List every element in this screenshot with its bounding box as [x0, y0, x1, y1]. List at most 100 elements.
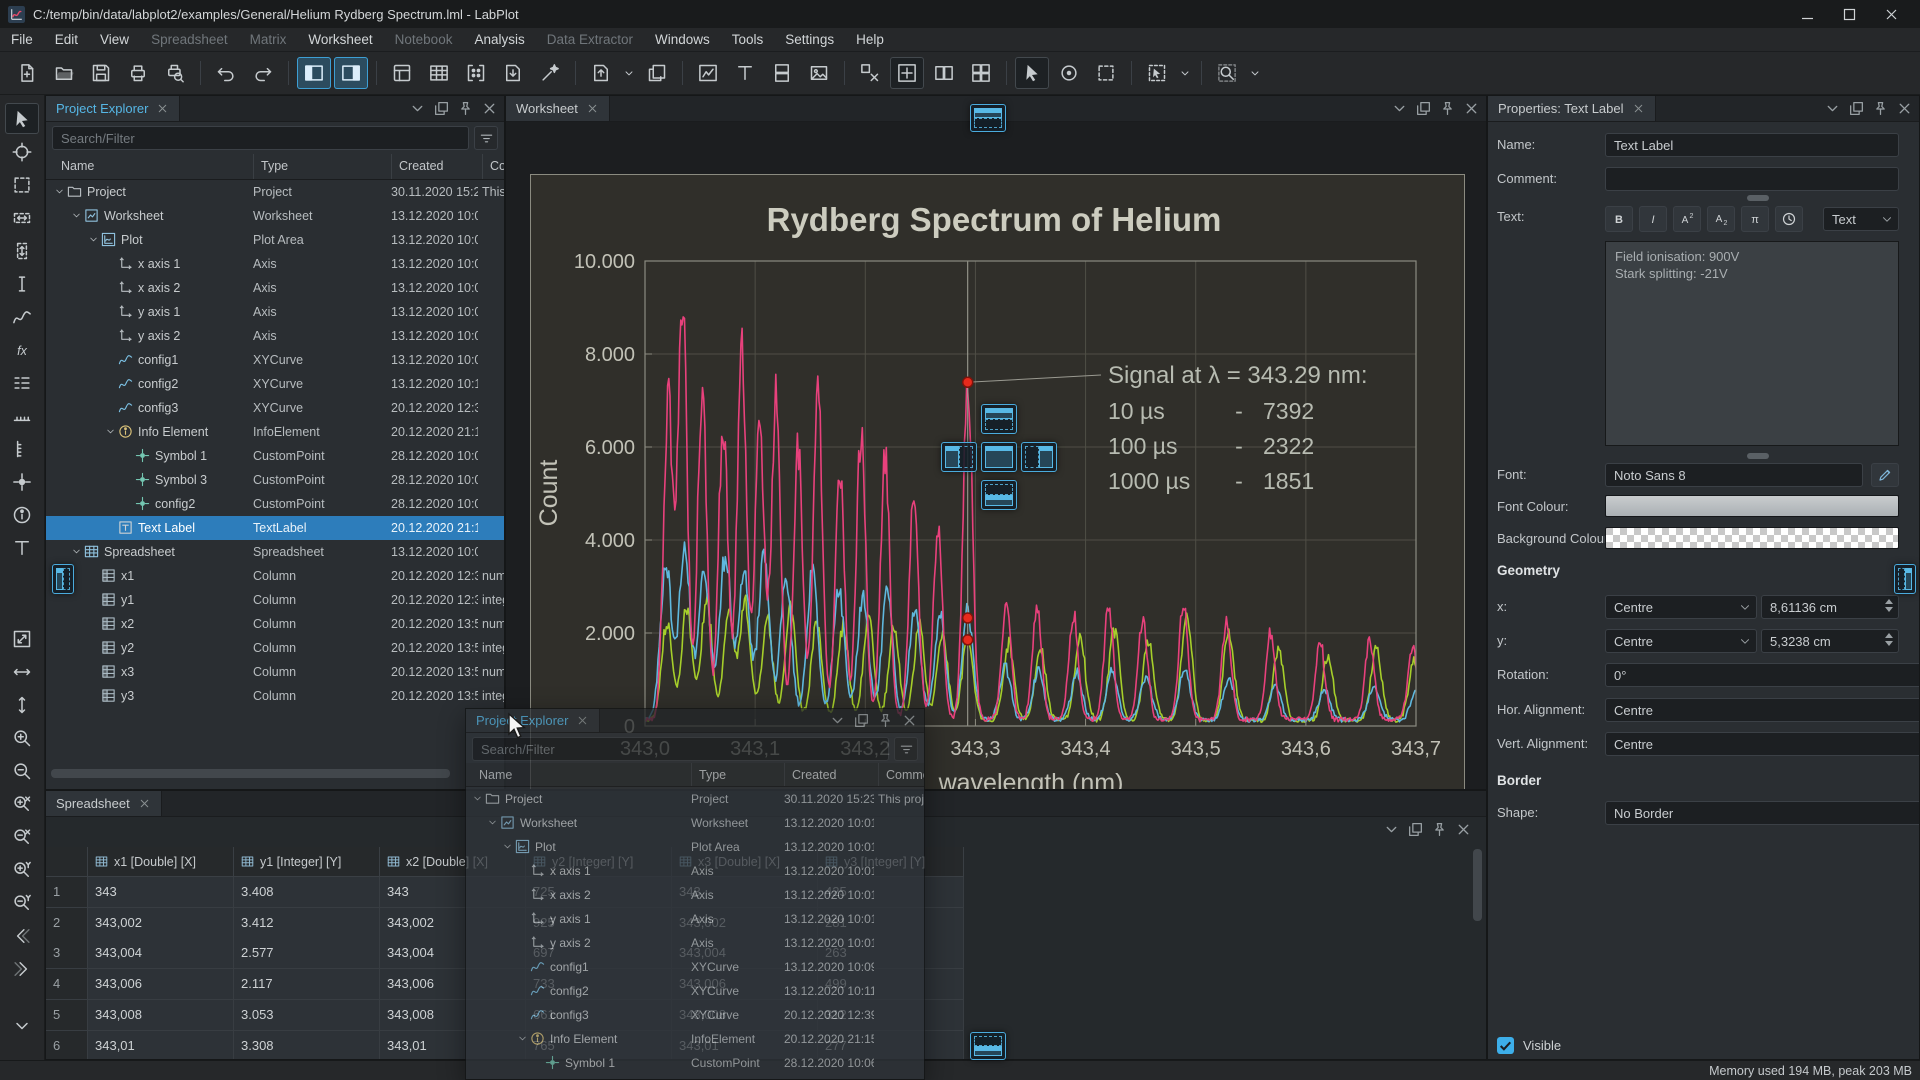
maximize-button[interactable]	[1828, 0, 1870, 28]
tree-row-spreadsheet[interactable]: SpreadsheetSpreadsheet13.12.2020 10:08	[46, 540, 504, 564]
duplicate-worksheet-button[interactable]	[640, 57, 674, 89]
hor-alignment-select[interactable]: Centre	[1605, 698, 1919, 722]
background-colour-swatch[interactable]	[1605, 527, 1899, 549]
export-worksheet-button[interactable]	[584, 57, 618, 89]
row-number[interactable]: 5	[46, 1000, 88, 1031]
menu-data-extractor[interactable]: Data Extractor	[536, 28, 644, 51]
print-preview-button[interactable]	[158, 57, 192, 89]
drop-indicator-center-tab[interactable]	[981, 442, 1017, 472]
undo-button[interactable]	[209, 57, 243, 89]
zoom-out-y-button[interactable]	[5, 887, 39, 918]
column-header-created[interactable]: Created	[391, 154, 443, 179]
vertical-scrollbar[interactable]	[1473, 849, 1482, 921]
minimize-button[interactable]	[1786, 0, 1828, 28]
tree-row-config2[interactable]: config2CustomPoint28.12.2020 10:06	[46, 492, 504, 516]
column-header-name[interactable]: Name	[472, 763, 512, 787]
auto-scale-y-button[interactable]	[5, 689, 39, 720]
save-project-button[interactable]	[84, 57, 118, 89]
add-custom-point-button[interactable]	[5, 466, 39, 497]
bold-button[interactable]: B	[1605, 206, 1633, 232]
tab-worksheet[interactable]: Worksheet	[506, 96, 610, 121]
tab-project-explorer[interactable]: Project Explorer	[46, 96, 180, 121]
expander-icon[interactable]	[54, 186, 65, 197]
dock-menu-icon[interactable]	[1824, 100, 1841, 117]
tab-properties-text-label[interactable]: Properties: Text Label	[1488, 96, 1656, 121]
expander-icon[interactable]	[71, 546, 82, 557]
zoom-out-x-button[interactable]	[5, 821, 39, 852]
shift-left-x-button[interactable]	[5, 920, 39, 951]
tree-row-y-axis-1[interactable]: y axis 1Axis13.12.2020 10:01	[46, 300, 504, 324]
column-header-x1-double-x[interactable]: x1 [Double] [X]	[88, 847, 234, 877]
resize-grip[interactable]	[1747, 453, 1769, 459]
redo-button[interactable]	[246, 57, 280, 89]
rotation-spinbox[interactable]: 0°	[1605, 663, 1919, 687]
menu-windows[interactable]: Windows	[644, 28, 721, 51]
float-icon[interactable]	[1415, 100, 1432, 117]
pin-icon[interactable]	[1872, 100, 1889, 117]
cell-r4c2[interactable]: 2.117	[234, 969, 380, 1000]
float-icon[interactable]	[1848, 100, 1865, 117]
tree-row-symbol-1[interactable]: Symbol 1CustomPoint28.12.2020 10:06	[46, 444, 504, 468]
close-icon[interactable]	[481, 100, 498, 117]
zoom-out-button[interactable]	[5, 755, 39, 786]
horizontal-scrollbar[interactable]	[51, 769, 499, 779]
import-data-button[interactable]	[496, 57, 530, 89]
float-icon[interactable]	[433, 100, 450, 117]
pin-icon[interactable]	[1431, 821, 1448, 838]
print-button[interactable]	[121, 57, 155, 89]
zoom-in-button[interactable]	[5, 722, 39, 753]
superscript-button[interactable]: A2	[1673, 206, 1701, 232]
drop-indicator-split-right[interactable]	[1021, 442, 1057, 472]
drop-indicator-top-edge[interactable]	[970, 104, 1006, 132]
cell-r5c1[interactable]: 343,008	[88, 1000, 234, 1031]
drop-indicator-right-edge[interactable]	[1894, 564, 1916, 594]
text-editor[interactable]: Field ionisation: 900V Stark splitting: …	[1605, 241, 1899, 446]
new-workbook-button[interactable]	[385, 57, 419, 89]
tree-row-y2[interactable]: y2Column20.12.2020 13:55integer da	[46, 636, 504, 660]
plot-select-mode-button[interactable]	[5, 103, 39, 134]
selection-tool-options-button[interactable]	[1177, 57, 1193, 89]
auto-scale-button[interactable]	[5, 623, 39, 654]
close-icon[interactable]	[1455, 821, 1472, 838]
auto-scale-x-button[interactable]	[5, 656, 39, 687]
zoom-in-y-button[interactable]	[5, 854, 39, 885]
spin-arrows[interactable]	[1885, 633, 1893, 646]
tree-row-config3[interactable]: config3XYCurve20.12.2020 12:39	[46, 396, 504, 420]
crosshair-cursor-button[interactable]	[5, 136, 39, 167]
color-theme-button[interactable]	[533, 57, 567, 89]
font-edit-button[interactable]	[1871, 463, 1899, 487]
edit-mode-button[interactable]	[890, 57, 924, 89]
menu-analysis[interactable]: Analysis	[463, 28, 535, 51]
zoom-x-select-button[interactable]	[5, 202, 39, 233]
add-vertical-axis-button[interactable]	[5, 433, 39, 464]
tab-spreadsheet[interactable]: Spreadsheet	[46, 791, 162, 816]
column-header-comment[interactable]: Comment	[482, 154, 504, 179]
dock-menu-icon[interactable]	[1383, 821, 1400, 838]
open-project-button[interactable]	[47, 57, 81, 89]
insert-datetime-button[interactable]	[1775, 206, 1803, 232]
column-header-type[interactable]: Type	[253, 154, 288, 179]
menu-file[interactable]: File	[0, 28, 44, 51]
horizontal-layout-button[interactable]	[927, 57, 961, 89]
menu-spreadsheet[interactable]: Spreadsheet	[140, 28, 239, 51]
italic-button[interactable]: I	[1639, 206, 1667, 232]
tree-row-info-element[interactable]: Info ElementInfoElement20.12.2020 21:15	[46, 420, 504, 444]
toggle-properties-dock-button[interactable]	[334, 57, 368, 89]
menu-notebook[interactable]: Notebook	[384, 28, 464, 51]
crosshair-mode-button[interactable]	[1052, 57, 1086, 89]
vertical-layout-button[interactable]	[765, 57, 799, 89]
close-icon[interactable]	[1896, 100, 1913, 117]
row-number[interactable]: 1	[46, 877, 88, 908]
row-number[interactable]: 6	[46, 1031, 88, 1060]
shift-right-x-button[interactable]	[5, 953, 39, 984]
toolbar-extension-button[interactable]	[5, 1010, 39, 1041]
menu-view[interactable]: View	[89, 28, 140, 51]
close-icon[interactable]	[586, 102, 599, 115]
column-header-type[interactable]: Type	[691, 763, 726, 787]
cell-r5c2[interactable]: 3.053	[234, 1000, 380, 1031]
close-button[interactable]	[1870, 0, 1912, 28]
insert-symbol-button[interactable]: π	[1741, 206, 1769, 232]
new-spreadsheet-button[interactable]	[422, 57, 456, 89]
menu-tools[interactable]: Tools	[721, 28, 775, 51]
menu-help[interactable]: Help	[845, 28, 895, 51]
